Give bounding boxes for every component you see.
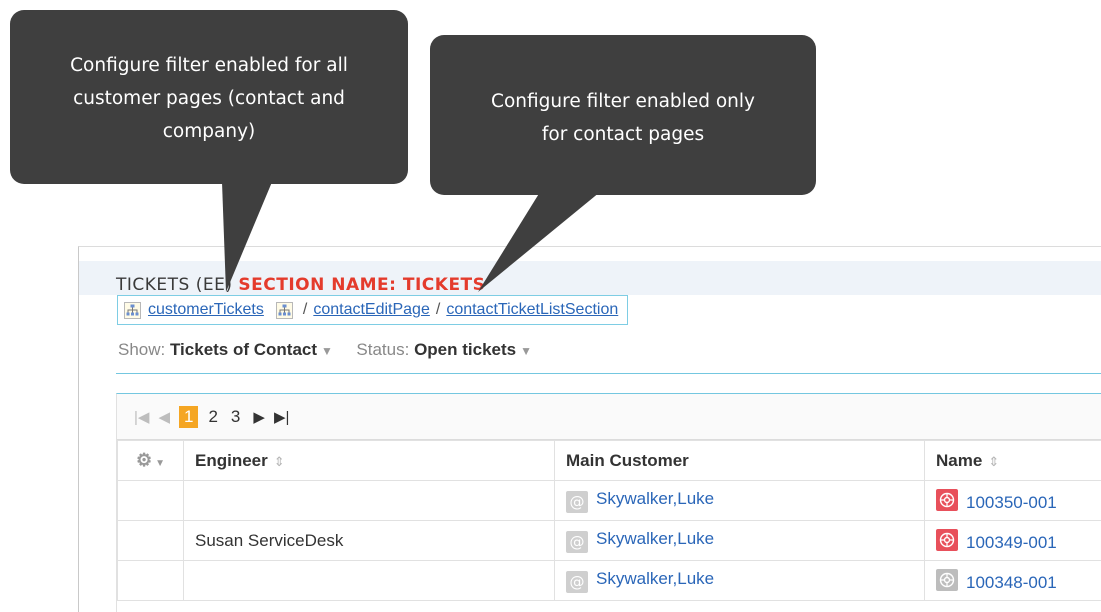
callout-2-pointer [478,192,600,292]
callout-customer-pages: Configure filter enabled for all custome… [10,10,408,184]
callout-1-line-3: company) [162,121,256,142]
callout-1-line-1: Configure filter enabled for all [70,55,348,76]
callout-2-line-2: for contact pages [541,124,705,145]
callout-1-line-2: customer pages (contact and [73,88,345,109]
callout-1-pointer [222,182,272,292]
callout-contact-pages: Configure filter enabled only for contac… [430,35,816,195]
callout-2-line-1: Configure filter enabled only [491,91,755,112]
